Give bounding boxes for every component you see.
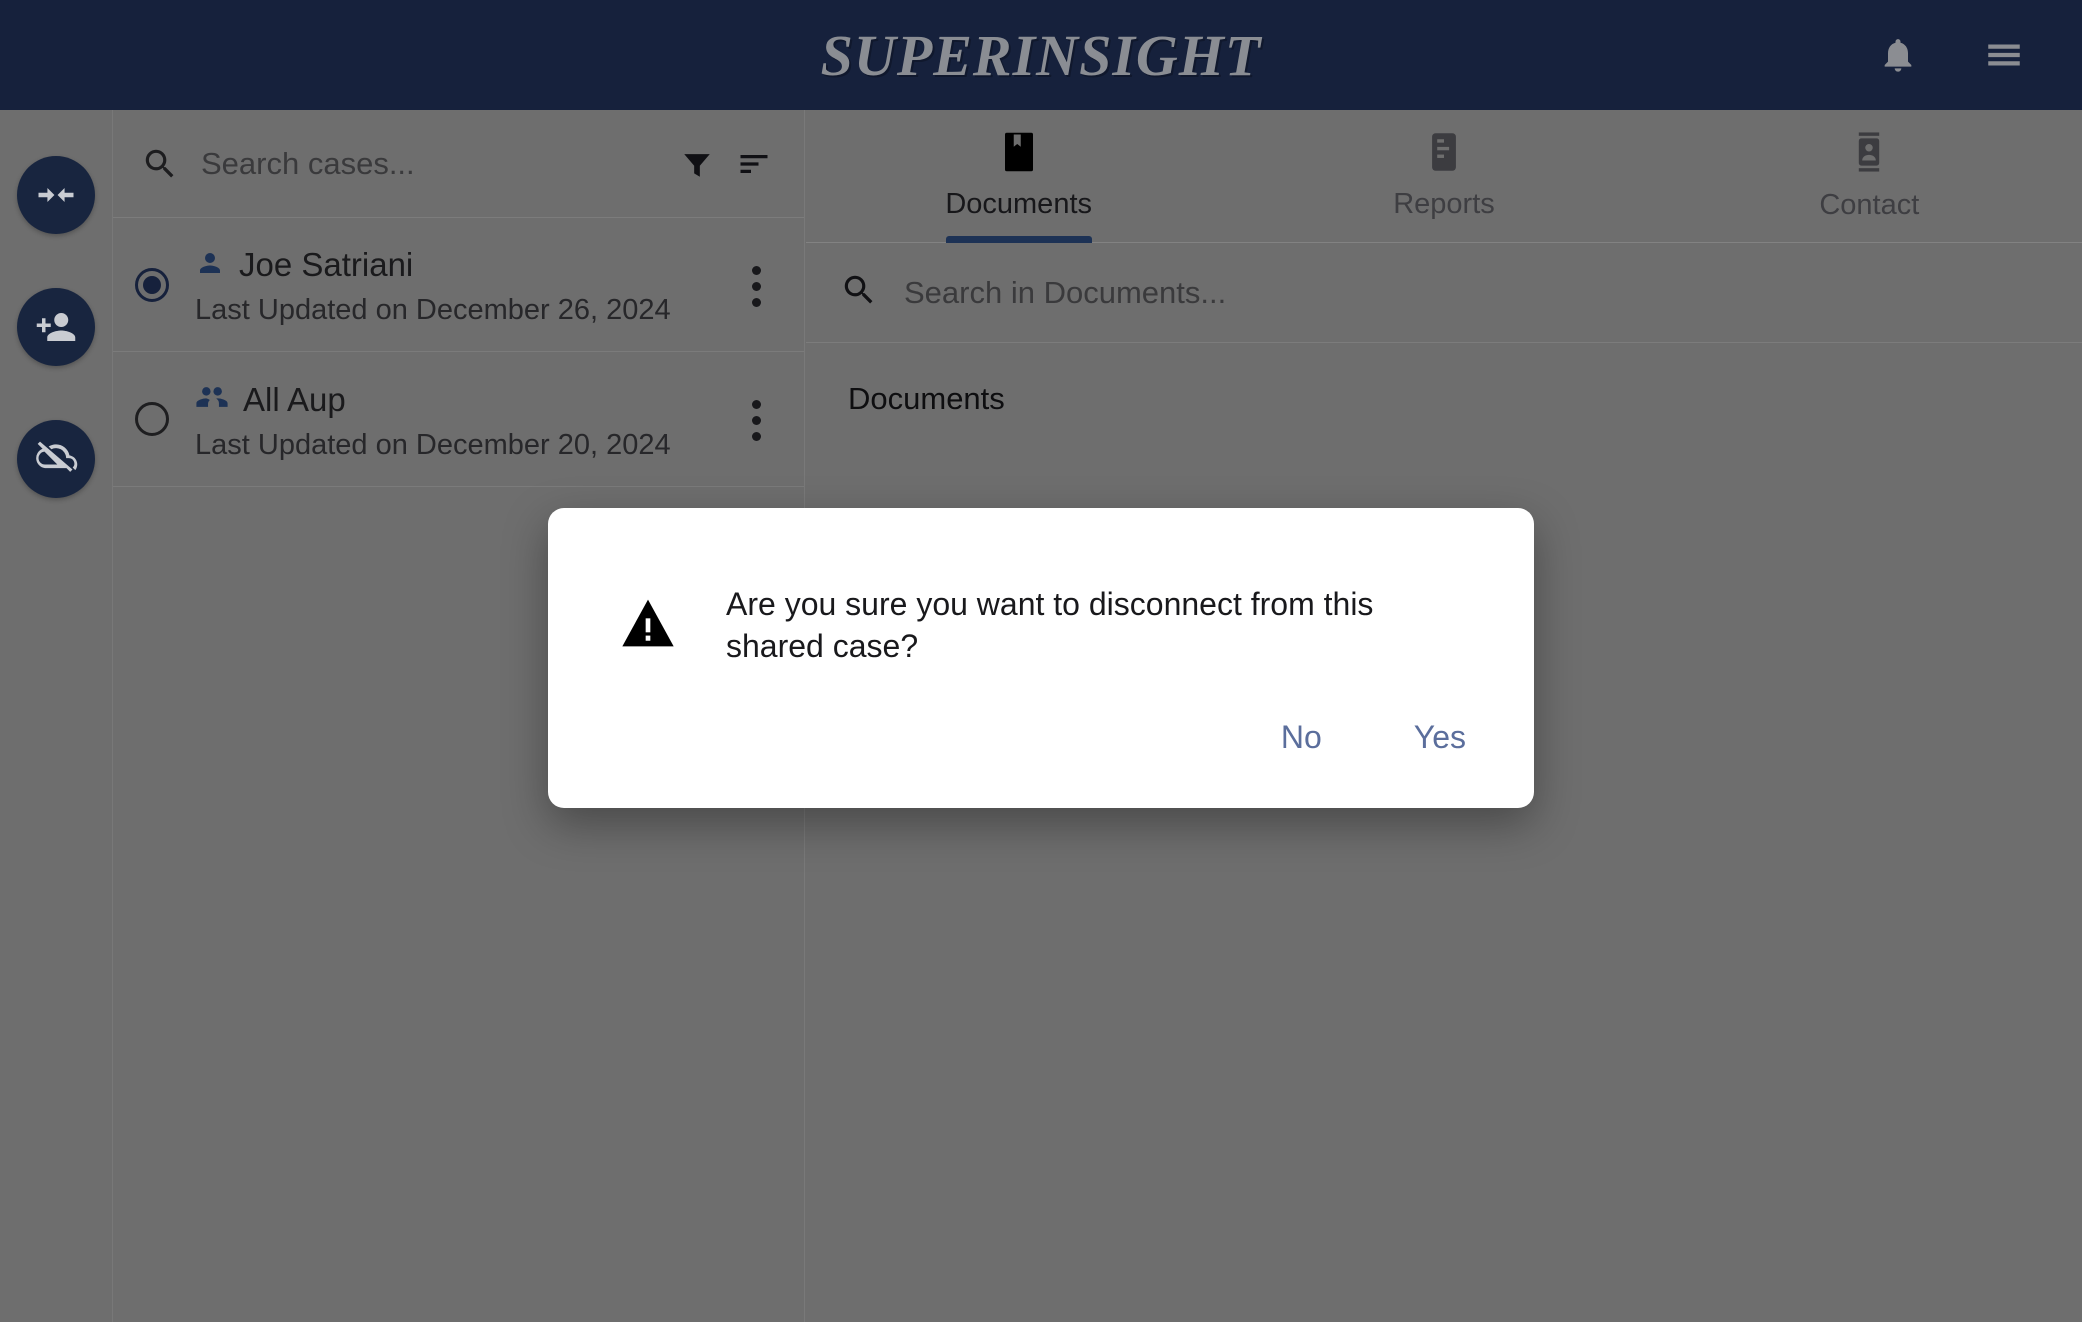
dialog-message: Are you sure you want to disconnect from… xyxy=(726,586,1374,664)
warning-triangle-icon xyxy=(620,597,676,654)
dialog-actions: No Yes xyxy=(1265,709,1482,766)
dialog-content: Are you sure you want to disconnect from… xyxy=(548,508,1534,667)
dialog-yes-button[interactable]: Yes xyxy=(1398,709,1482,766)
disconnect-confirm-dialog: Are you sure you want to disconnect from… xyxy=(548,508,1534,808)
app-root: SUPERINSIGHT Search cases... Joe Satrian… xyxy=(0,0,2082,1322)
dialog-no-button[interactable]: No xyxy=(1265,709,1338,766)
